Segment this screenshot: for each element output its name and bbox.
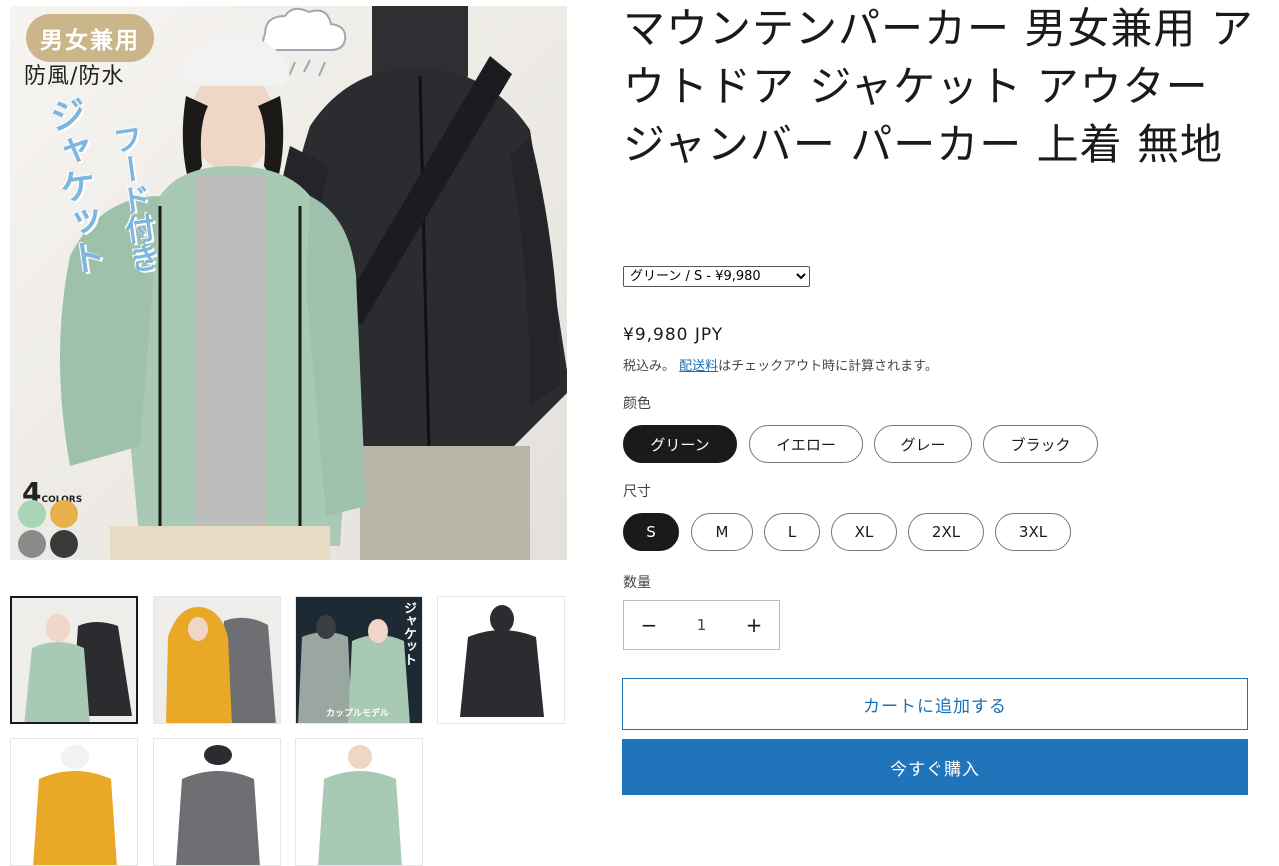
thumbnail-7[interactable] xyxy=(295,738,423,866)
quantity-increase-button[interactable]: + xyxy=(729,601,779,649)
buy-now-button[interactable]: 今すぐ購入 xyxy=(622,739,1248,795)
size-option-2xl[interactable]: 2XL xyxy=(908,513,984,551)
color-option-yellow[interactable]: イエロー xyxy=(749,425,863,463)
thumbnail-1[interactable] xyxy=(10,596,138,724)
color-option-label: 颜色 xyxy=(623,396,651,412)
quantity-stepper: − + xyxy=(623,600,780,650)
color-option-green[interactable]: グリーン xyxy=(623,425,737,463)
add-to-cart-button[interactable]: カートに追加する xyxy=(622,678,1248,730)
size-option-label: 尺寸 xyxy=(623,484,651,500)
thumbnail-2[interactable] xyxy=(153,596,281,724)
shipping-link[interactable]: 配送料 xyxy=(679,359,718,374)
unisex-badge: 男女兼用 xyxy=(26,14,154,62)
product-title: マウンテンパーカー 男女兼用 アウトドア ジャケット アウター ジャンバー パー… xyxy=(623,4,1254,169)
thumb-caption-top: ジャケット xyxy=(401,601,416,666)
shipping-note-text: はチェックアウト時に計算されます。 xyxy=(718,359,938,374)
swatch-yellow xyxy=(50,500,78,528)
main-product-image[interactable]: 男女兼用 防風/防水 ジャケット フード付き 4COLORS xyxy=(10,6,567,560)
size-option-xl[interactable]: XL xyxy=(831,513,897,551)
swatch-black xyxy=(50,530,78,558)
swatch-gray xyxy=(18,530,46,558)
quantity-decrease-button[interactable]: − xyxy=(624,601,674,649)
thumb-image xyxy=(154,597,280,723)
size-option-l[interactable]: L xyxy=(764,513,820,551)
quantity-label: 数量 xyxy=(623,575,651,591)
size-option-m[interactable]: M xyxy=(691,513,753,551)
size-option-3xl[interactable]: 3XL xyxy=(995,513,1071,551)
tax-shipping-note: 税込み。 配送料はチェックアウト時に計算されます。 xyxy=(623,355,938,374)
tax-included-text: 税込み。 xyxy=(623,359,676,374)
size-option-s[interactable]: S xyxy=(623,513,679,551)
windproof-waterproof-label: 防風/防水 xyxy=(24,64,125,89)
swatch-green xyxy=(18,500,46,528)
thumbnail-5[interactable] xyxy=(10,738,138,866)
variant-select[interactable]: グリーン / S - ¥9,980 xyxy=(623,266,810,287)
thumb-image xyxy=(11,739,137,865)
thumb-image xyxy=(438,597,564,723)
thumb-image xyxy=(296,739,422,865)
product-price: ¥9,980 JPY xyxy=(623,325,724,345)
thumbnail-4[interactable] xyxy=(437,596,565,724)
color-option-black[interactable]: ブラック xyxy=(983,425,1098,463)
quantity-input[interactable] xyxy=(674,604,729,646)
thumb-image xyxy=(154,739,280,865)
thumbnail-6[interactable] xyxy=(153,738,281,866)
color-option-gray[interactable]: グレー xyxy=(874,425,972,463)
thumb-image xyxy=(12,598,136,722)
thumbnail-3[interactable]: ジャケット カップルモデル xyxy=(295,596,423,724)
thumb-caption-bottom: カップルモデル xyxy=(326,709,390,719)
